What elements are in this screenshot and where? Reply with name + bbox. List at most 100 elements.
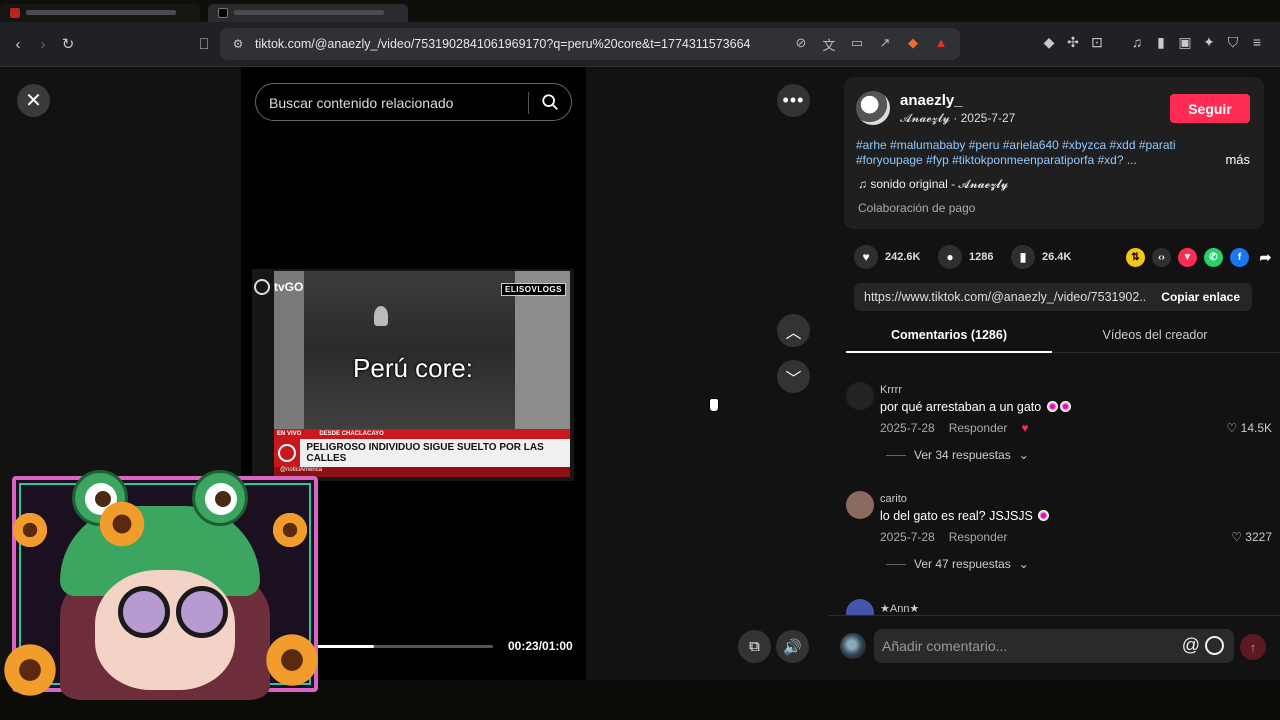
comment-like[interactable]: ♡ 3227 [1231,530,1272,544]
comment-item: carito lo del gato es real? JSJSJS 2025-… [846,491,1272,581]
follow-button[interactable]: Seguir [1170,94,1250,123]
url-actions: ⊘ 文 ▭ ↗ ◆ ▲ [792,35,950,54]
no-media-icon[interactable]: ⊘ [792,35,810,54]
chevron-down-icon: ⌄ [1018,557,1029,571]
tab-title [234,10,384,15]
puzzle-icon[interactable]: ✣ [1064,34,1082,51]
tab-comments[interactable]: Comentarios (1286) [846,328,1052,342]
more-options-button[interactable]: ••• [777,84,810,117]
comment-date: 2025-7-28 [880,421,935,435]
repost-icon[interactable]: ⇅ [1126,248,1145,267]
video-link[interactable]: https://www.tiktok.com/@anaezly_/video/7… [864,290,1146,304]
watermark: ELISOVLOGS [500,283,566,296]
url-text[interactable]: tiktok.com/@anaezly_/video/7531902841061… [255,37,751,51]
username[interactable]: anaezly_ [900,92,963,109]
view-replies-button[interactable]: Ver 34 respuestas ⌄ [886,448,1029,462]
cast-icon[interactable]: ▭ [848,35,866,54]
vpn-icon[interactable]: ⛉ [1224,34,1242,51]
wallet-icon[interactable]: ▣ [1176,34,1194,51]
heart-icon[interactable]: ♥ [854,245,878,269]
comment-stat[interactable]: ● 1286 [938,245,993,269]
comment-user[interactable]: Krrrr [880,384,902,396]
site-info-icon[interactable]: ⚙ [226,32,250,56]
avatar[interactable] [846,382,874,410]
tab-title [26,10,176,15]
facebook-icon[interactable]: f [1230,248,1249,267]
replies-label: Ver 47 respuestas [914,557,1011,571]
chevron-down-icon: ⌄ [1018,448,1029,462]
news-tags: EN VIVO DESDE CHACLACAYO [274,429,570,439]
share-arrow-icon[interactable]: ➦ [1256,248,1275,267]
address-bar[interactable]: ⚙ tiktok.com/@anaezly_/video/75319028410… [220,28,960,60]
comment-icon[interactable]: ● [938,245,962,269]
panel-tabs: Comentarios (1286) Vídeos del creador [846,321,1280,353]
brave-rewards-icon[interactable]: ▲ [932,35,950,54]
view-replies-button[interactable]: Ver 47 respuestas ⌄ [886,557,1029,571]
avatar[interactable] [856,91,890,125]
copy-link-button[interactable]: Copiar enlace [1161,290,1240,304]
comment-body: por qué arrestaban a un gato [880,400,1042,414]
news-tag: EN VIVO [277,431,302,437]
comment-user[interactable]: ★Ann★ [880,602,919,615]
more-link[interactable]: más [1225,152,1250,167]
avatar[interactable] [846,599,874,615]
comment-like[interactable]: ♡ 14.5K [1227,421,1272,435]
sunflower-icon [96,498,148,550]
comment-user[interactable]: carito [880,493,907,505]
sound-info[interactable]: ♫ sonido original - 𝓐𝓷𝓪𝓮𝔃𝓵𝔂 [858,177,1008,192]
search-icon[interactable] [541,93,559,111]
frog-eye-icon [192,470,248,526]
sidebar-icon[interactable]: ▮ [1152,34,1170,51]
glasses-lens [176,586,228,638]
bookmark-icon[interactable]: ⎕ [192,32,216,56]
browser-tab-active[interactable] [208,4,408,22]
comment-input[interactable]: Añadir comentario... @ [874,629,1234,663]
send-icon[interactable]: ▼ [1178,248,1197,267]
comment-like-count: 3227 [1245,530,1272,544]
browser-tab[interactable] [0,4,200,22]
leo-ai-icon[interactable]: ✦ [1200,34,1218,51]
back-icon[interactable]: ‹ [6,32,30,56]
floating-player-button[interactable]: ⧉ [738,630,771,663]
extension-icon[interactable]: ◆ [1040,34,1058,51]
reload-icon[interactable]: ↻ [56,32,80,56]
glasses-lens [118,586,170,638]
news-headline: PELIGROSO INDIVIDUO SIGUE SUELTO POR LAS… [306,442,544,464]
previous-video-button[interactable]: ︿ [777,314,810,347]
whatsapp-icon[interactable]: ✆ [1204,248,1223,267]
close-button[interactable]: ✕ [17,84,50,117]
active-tab-indicator [846,351,1052,353]
search-placeholder: Buscar contenido relacionado [269,95,454,111]
share-icon[interactable]: ↗ [876,35,894,54]
tab-creator-videos[interactable]: Vídeos del creador [1052,328,1258,342]
hashtags[interactable]: #arhe #malumababy #peru #ariela640 #xbyz… [856,138,1206,168]
reply-button[interactable]: Responder [949,421,1008,435]
comment-text: por qué arrestaban a un gato [880,400,1071,414]
forward-icon[interactable]: › [31,32,55,56]
related-search-input[interactable]: Buscar contenido relacionado [255,83,572,121]
volume-button[interactable]: 🔊 [776,630,809,663]
send-comment-button[interactable]: ↑ [1240,634,1266,660]
globe-icon [254,279,270,295]
avatar[interactable] [846,491,874,519]
like-count: 242.6K [885,251,921,263]
screenshot-icon[interactable]: ⊡ [1088,34,1106,51]
creator-liked-icon: ♥ [1021,421,1029,435]
music-icon[interactable]: ♫ [1128,34,1146,51]
menu-icon[interactable]: ≡ [1248,34,1266,51]
translate-icon[interactable]: 文 [820,35,838,54]
reply-button[interactable]: Responder [949,530,1008,544]
save-stat[interactable]: ▮ 26.4K [1011,245,1071,269]
sound-name: sonido original - 𝓐𝓷𝓪𝓮𝔃𝓵𝔂 [870,177,1009,191]
embed-icon[interactable]: ‹› [1152,248,1171,267]
like-stat[interactable]: ♥ 242.6K [854,245,920,269]
browser-toolbar: ‹ › ↻ ⎕ ⚙ tiktok.com/@anaezly_/video/753… [0,22,1280,67]
bookmark-icon[interactable]: ▮ [1011,245,1035,269]
emoji-icon[interactable] [1205,636,1224,655]
brave-shield-icon[interactable]: ◆ [904,35,922,54]
video-time: 00:23/01:00 [508,639,573,653]
avatar [840,633,866,659]
next-video-button[interactable]: ﹀ [777,360,810,393]
mention-icon[interactable]: @ [1182,635,1200,656]
comment-body: lo del gato es real? JSJSJS [880,509,1033,523]
